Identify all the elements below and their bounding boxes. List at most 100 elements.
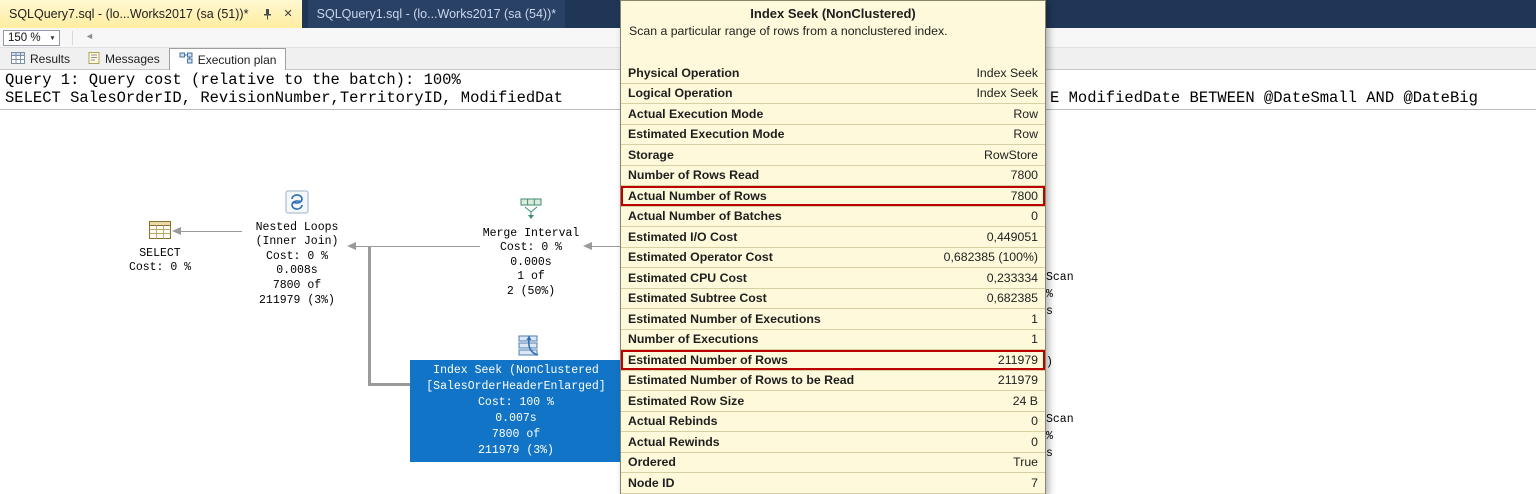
property-value: 0,449051 <box>987 230 1038 244</box>
plan-arrow-elbow-vertical <box>368 247 371 386</box>
property-value: 24 B <box>1013 394 1038 408</box>
property-label: Estimated Subtree Cost <box>628 291 767 305</box>
property-label: Actual Execution Mode <box>628 107 763 121</box>
property-label: Estimated Number of Rows to be Read <box>628 373 854 387</box>
node-text-line: [SalesOrderHeaderEnlarged] <box>410 379 622 395</box>
tooltip-property-row: Estimated Subtree Cost 0,682385 <box>621 289 1045 310</box>
property-label: Estimated Execution Mode <box>628 127 784 141</box>
property-value: 0 <box>1031 414 1038 428</box>
tab-results[interactable]: Results <box>2 49 79 69</box>
tab-messages[interactable]: Messages <box>79 49 169 69</box>
property-label: Actual Number of Batches <box>628 209 782 223</box>
property-value: 0,682385 (100%) <box>944 250 1038 264</box>
occluded-node-bottom: Scan%s) <box>1046 360 1087 494</box>
plan-arrow <box>356 246 480 247</box>
node-text-fragment: Scan <box>1046 411 1087 428</box>
node-text-line: Cost: 0 % <box>471 241 591 256</box>
results-grid-icon <box>11 52 25 67</box>
plan-node-merge-interval[interactable]: Merge IntervalCost: 0 %0.000s1 of2 (50%) <box>471 198 591 300</box>
property-label: Actual Rewinds <box>628 435 720 449</box>
tooltip-property-row: Actual Number of Batches 0 <box>621 207 1045 228</box>
query-cost-line: Query 1: Query cost (relative to the bat… <box>5 72 461 89</box>
select-operator-icon <box>148 220 172 246</box>
plan-node-index-seek[interactable]: Index Seek (NonClustered[SalesOrderHeade… <box>410 360 622 462</box>
pin-icon[interactable] <box>262 8 273 20</box>
property-label: Actual Rebinds <box>628 414 718 428</box>
property-label: Number of Rows Read <box>628 168 759 182</box>
node-text-fragment: % <box>1046 428 1087 445</box>
scroll-left-icon[interactable]: ◄ <box>85 31 94 41</box>
tooltip-property-row: Estimated Number of Executions 1 <box>621 309 1045 330</box>
node-text-line: 1 of <box>471 270 591 285</box>
tooltip-property-row: Actual Number of Rows 7800 <box>621 186 1045 207</box>
tooltip-property-row: Node ID 7 <box>621 473 1045 494</box>
property-value: Row <box>1013 107 1038 121</box>
property-label: Estimated Operator Cost <box>628 250 773 264</box>
property-value: 211979 <box>998 353 1038 367</box>
tooltip-property-row: Estimated Number of Rows 211979 <box>621 350 1045 371</box>
plan-arrow-head <box>583 242 592 250</box>
plan-node-nested-loops[interactable]: Nested Loops(Inner Join)Cost: 0 %0.008s7… <box>237 190 357 308</box>
property-value: 7 <box>1031 476 1038 490</box>
node-text-line: SELECT <box>122 247 198 262</box>
node-text-fragment <box>1046 479 1087 494</box>
node-text-fragment <box>1046 337 1087 354</box>
close-icon[interactable]: ✕ <box>283 9 292 20</box>
tab-label: SQLQuery7.sql - (lo...Works2017 (sa (51)… <box>9 7 248 21</box>
property-value: 0,233334 <box>987 271 1038 285</box>
property-label: Estimated Number of Rows <box>628 353 788 367</box>
property-value: 0,682385 <box>987 291 1038 305</box>
node-text-line: 0.007s <box>410 411 622 427</box>
node-text-fragment <box>1046 462 1087 479</box>
tooltip-description: Scan a particular range of rows from a n… <box>621 24 1045 38</box>
node-text-fragment: s <box>1046 303 1087 320</box>
property-value: 211979 <box>998 373 1038 387</box>
property-label: Estimated CPU Cost <box>628 271 747 285</box>
zoom-combobox[interactable]: 150 % ▼ <box>3 30 60 46</box>
tooltip-property-row: Logical Operation Index Seek <box>621 84 1045 105</box>
tab-execution-plan[interactable]: Execution plan <box>169 48 287 70</box>
node-text-line: Cost: 0 % <box>122 261 198 276</box>
node-text-line: Cost: 0 % <box>237 250 357 265</box>
property-value: True <box>1013 455 1038 469</box>
node-text-line: (Inner Join) <box>237 235 357 250</box>
node-text-line: 7800 of <box>237 279 357 294</box>
property-value: 7800 <box>1011 189 1038 203</box>
tooltip-property-row: Actual Rebinds 0 <box>621 412 1045 433</box>
property-label: Physical Operation <box>628 66 739 80</box>
tooltip-property-row: Estimated Row Size 24 B <box>621 391 1045 412</box>
tooltip-property-row: Number of Rows Read 7800 <box>621 166 1045 187</box>
zoom-value: 150 % <box>4 32 46 44</box>
execution-plan-icon <box>179 52 193 67</box>
property-label: Estimated Row Size <box>628 394 744 408</box>
node-text-line: 0.008s <box>237 264 357 279</box>
plan-node-select[interactable]: SELECTCost: 0 % <box>122 220 198 276</box>
property-value: RowStore <box>984 148 1038 162</box>
node-text-line: Index Seek (NonClustered <box>410 363 622 379</box>
tooltip-title: Index Seek (NonClustered) <box>621 6 1045 21</box>
node-text-fragment: s <box>1046 445 1087 462</box>
node-text-line: 211979 (3%) <box>410 443 622 459</box>
plan-arrow-head <box>172 227 181 235</box>
statement-text-left: SELECT SalesOrderID, RevisionNumber,Terr… <box>5 90 563 107</box>
property-value: Index Seek <box>976 86 1038 100</box>
tab-label: SQLQuery1.sql - (lo...Works2017 (sa (54)… <box>317 7 556 21</box>
merge-interval-icon <box>519 198 543 226</box>
node-text-line: 0.000s <box>471 256 591 271</box>
chevron-down-icon[interactable]: ▼ <box>46 35 59 42</box>
tab-sqlquery1[interactable]: SQLQuery1.sql - (lo...Works2017 (sa (54)… <box>308 0 565 28</box>
toolbar-separator <box>72 31 73 45</box>
operator-tooltip: Index Seek (NonClustered) Scan a particu… <box>620 0 1046 494</box>
node-text-line: 2 (50%) <box>471 285 591 300</box>
messages-icon <box>88 52 100 67</box>
node-text-line: Nested Loops <box>237 221 357 236</box>
tooltip-property-row: Estimated Number of Rows to be Read 2119… <box>621 371 1045 392</box>
property-label: Storage <box>628 148 674 162</box>
property-value: Index Seek <box>976 66 1038 80</box>
ssms-window: SQLQuery7.sql - (lo...Works2017 (sa (51)… <box>0 0 1536 494</box>
property-value: 7800 <box>1011 168 1038 182</box>
node-text-line: Cost: 100 % <box>410 395 622 411</box>
tooltip-property-row: Estimated Operator Cost 0,682385 (100%) <box>621 248 1045 269</box>
tab-sqlquery7[interactable]: SQLQuery7.sql - (lo...Works2017 (sa (51)… <box>0 0 302 28</box>
node-text-line: 211979 (3%) <box>237 294 357 309</box>
